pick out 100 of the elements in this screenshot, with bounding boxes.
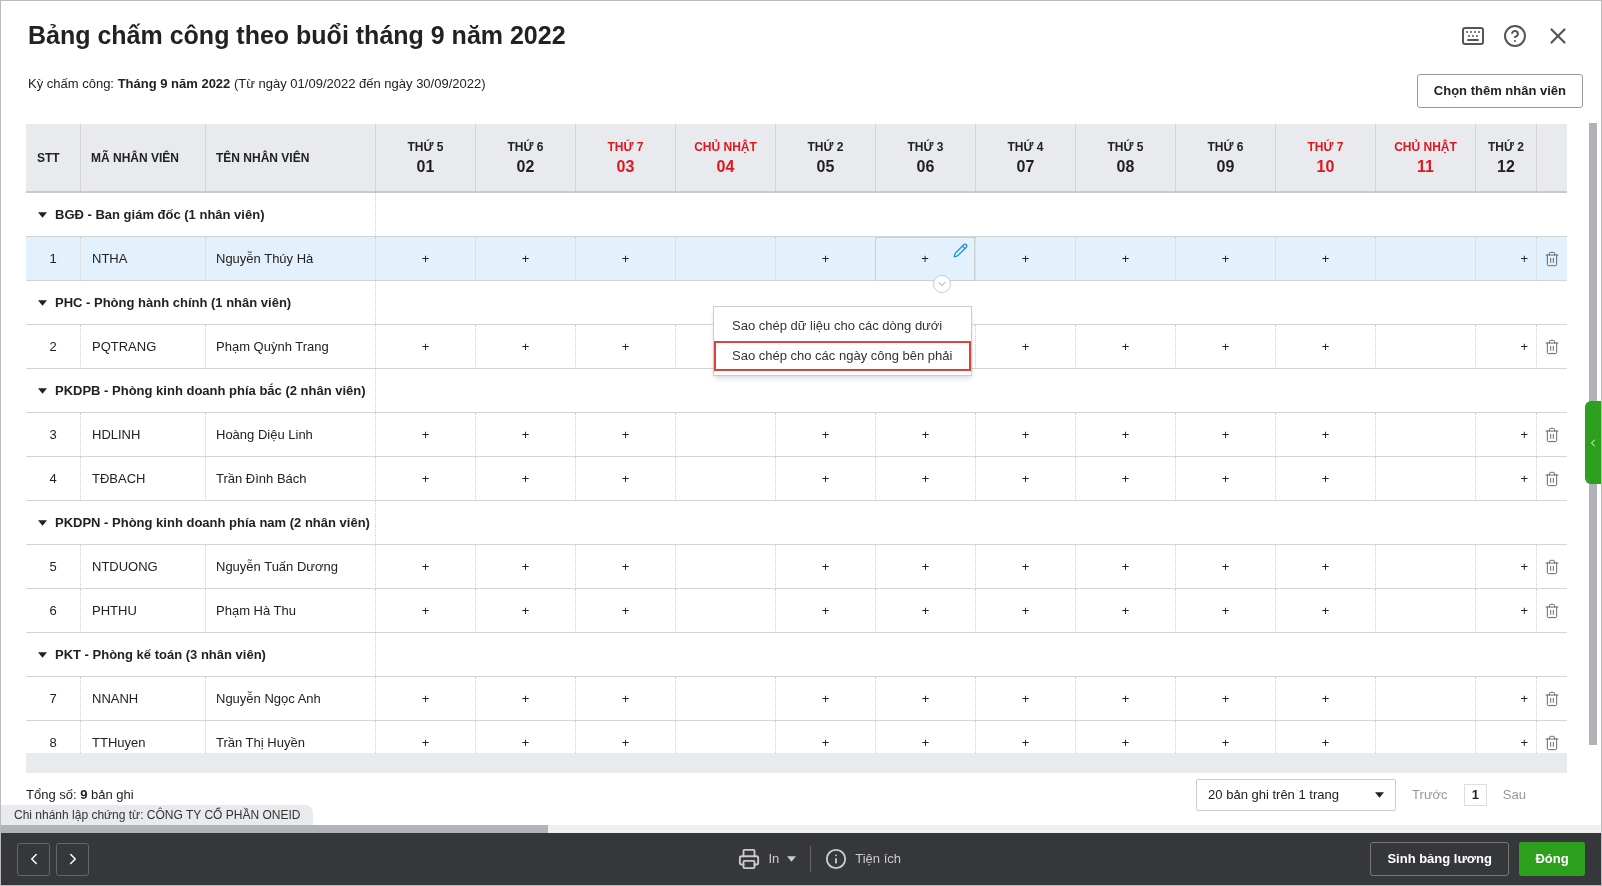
keyboard-icon[interactable] xyxy=(1461,24,1485,48)
attendance-cell[interactable]: + xyxy=(1475,589,1536,633)
group-row-header[interactable]: PHC - Phòng hành chính (1 nhân viên) xyxy=(26,281,375,324)
attendance-cell[interactable]: + xyxy=(975,457,1075,501)
page-size-dropdown[interactable]: 20 bản ghi trên 1 trang xyxy=(1196,779,1397,811)
attendance-cell[interactable]: + xyxy=(1175,237,1275,281)
table-cell: Nguyễn Thúy Hà xyxy=(205,237,375,281)
delete-icon[interactable] xyxy=(1544,251,1560,267)
table-cell-text: 1 xyxy=(48,250,58,269)
attendance-cell[interactable]: + xyxy=(1275,457,1375,501)
table-cell-text: 3 xyxy=(48,426,58,445)
attendance-cell[interactable]: + xyxy=(975,325,1075,369)
employee-row[interactable]: 5 NTDUONG Nguyễn Tuấn Dương + + + + + + + + + + xyxy=(26,545,1567,589)
attendance-cell[interactable]: + xyxy=(1275,325,1375,369)
add-employee-button[interactable]: Chọn thêm nhân viên xyxy=(1416,74,1583,108)
delete-icon[interactable] xyxy=(1544,471,1560,487)
delete-icon[interactable] xyxy=(1544,339,1560,355)
attendance-cell[interactable]: + xyxy=(475,237,575,281)
attendance-cell[interactable]: + xyxy=(1475,457,1536,501)
menu-item[interactable]: Sao chép dữ liệu cho các dòng dưới xyxy=(714,311,971,341)
table-cell-text: 7 xyxy=(48,690,58,709)
table-cell-text: 6 xyxy=(48,602,58,621)
employee-row[interactable]: 3 HDLINH Hoàng Diệu Linh + + + + + + + + + + xyxy=(26,413,1567,457)
attendance-cell[interactable]: + xyxy=(775,457,875,501)
group-row-header[interactable]: PKDPN - Phòng kinh doanh phía nam (2 nhân viên) xyxy=(26,501,375,544)
employee-row[interactable]: 6 PHTHU Phạm Hà Thu + + + + + + + + + + xyxy=(26,589,1567,633)
info-icon xyxy=(825,848,848,870)
attendance-cell[interactable]: + xyxy=(575,237,675,281)
collapse-caret-icon[interactable] xyxy=(38,211,47,218)
scrollbar-thumb[interactable] xyxy=(1,825,548,833)
period-text: Kỳ chấm công: Tháng 9 năm 2022 (Từ ngày 01/09/2022 đến ngày 30/09/2022) xyxy=(28,74,486,93)
day-column-header: THỨ 2 12 xyxy=(1475,124,1536,191)
collapse-caret-icon[interactable] xyxy=(38,299,47,306)
employee-row[interactable]: 4 TĐBACH Trần Đình Bách + + + + + + + + + + xyxy=(26,457,1567,501)
delete-icon[interactable] xyxy=(1544,427,1560,443)
attendance-cell[interactable]: + xyxy=(1275,237,1375,281)
attendance-cell[interactable]: + xyxy=(575,457,675,501)
attendance-cell[interactable]: + xyxy=(875,589,975,633)
attendance-cell[interactable]: + xyxy=(475,325,575,369)
attendance-cell[interactable]: + xyxy=(1075,325,1175,369)
attendance-cell[interactable]: + xyxy=(475,457,575,501)
table-cell-text: 4 xyxy=(48,470,58,489)
attendance-cell[interactable]: + xyxy=(375,589,475,633)
attendance-cell[interactable]: + xyxy=(1175,589,1275,633)
attendance-cell[interactable]: + xyxy=(775,589,875,633)
print-button[interactable]: In xyxy=(738,848,797,870)
collapse-caret-icon[interactable] xyxy=(38,387,47,394)
group-row-header[interactable]: BGĐ - Ban giám đốc (1 nhân viên) xyxy=(26,193,375,236)
table-cell: PQTRANG xyxy=(80,325,205,369)
day-column-header: THỨ 5 01 xyxy=(375,124,475,191)
menu-item[interactable]: Sao chép cho các ngày công bên phải xyxy=(714,341,971,371)
pencil-icon[interactable] xyxy=(953,243,968,258)
attendance-cell[interactable]: + xyxy=(1075,589,1175,633)
attendance-cell[interactable]: + xyxy=(1475,325,1536,369)
attendance-cell[interactable]: + xyxy=(875,237,975,281)
column-header: TÊN NHÂN VIÊN xyxy=(205,124,375,191)
attendance-cell[interactable]: + xyxy=(1175,457,1275,501)
attendance-cell[interactable]: + xyxy=(475,589,575,633)
attendance-cell[interactable]: + xyxy=(1075,237,1175,281)
attendance-cell[interactable]: + xyxy=(975,589,1075,633)
attendance-cell[interactable]: + xyxy=(375,325,475,369)
attendance-cell[interactable]: + xyxy=(575,589,675,633)
branch-label: Chi nhánh lập chứng từ: CÔNG TY CỔ PHẦN ONEID xyxy=(1,805,314,825)
delete-icon[interactable] xyxy=(1544,735,1560,751)
attendance-cell[interactable]: + xyxy=(375,457,475,501)
attendance-cell[interactable]: + xyxy=(375,237,475,281)
collapse-caret-icon[interactable] xyxy=(38,651,47,658)
attendance-cell[interactable]: + xyxy=(1275,589,1375,633)
attendance-cell[interactable]: + xyxy=(1175,325,1275,369)
delete-icon[interactable] xyxy=(1544,603,1560,619)
employee-row[interactable]: 1 NTHA Nguyễn Thúy Hà + + + + + + + + + + xyxy=(26,237,1567,281)
attendance-cell[interactable]: + xyxy=(975,237,1075,281)
help-icon[interactable] xyxy=(1503,24,1527,48)
attendance-cell[interactable]: + xyxy=(575,325,675,369)
table-cell-text: 8 xyxy=(48,734,58,753)
day-column-header: THỨ 6 09 xyxy=(1175,124,1275,191)
caret-icon[interactable] xyxy=(787,856,797,862)
table-cell: Trần Đình Bách xyxy=(205,457,375,501)
employee-row[interactable]: 7 NNANH Nguyễn Ngọc Anh + + + + + + + + + + xyxy=(26,677,1567,721)
printer-icon xyxy=(738,848,761,870)
group-row-header[interactable]: PKDPB - Phòng kinh doanh phía bắc (2 nhân viên) xyxy=(26,369,375,412)
day-column-header: THỨ 7 10 xyxy=(1275,124,1375,191)
day-column-header: THỨ 2 05 xyxy=(775,124,875,191)
table-cell: Phạm Hà Thu xyxy=(205,589,375,633)
side-panel-tab[interactable] xyxy=(1585,401,1601,484)
group-row-header[interactable]: PKT - Phòng kế toán (3 nhân viên) xyxy=(26,633,375,676)
table-cell-text: 5 xyxy=(48,558,58,577)
attendance-cell[interactable]: + xyxy=(1475,237,1536,281)
attendance-cell[interactable]: + xyxy=(875,457,975,501)
table-cell-text: 2 xyxy=(48,338,58,357)
attendance-cell[interactable]: + xyxy=(1075,457,1175,501)
generate-payroll-button[interactable]: Sinh bảng lương xyxy=(1370,842,1509,876)
caret-icon[interactable] xyxy=(1375,792,1385,798)
utilities-button[interactable]: Tiện ích xyxy=(825,848,901,870)
page-number[interactable]: 1 xyxy=(1463,784,1487,806)
day-column-header: CHỦ NHẬT 11 xyxy=(1375,124,1475,191)
delete-icon[interactable] xyxy=(1544,691,1560,707)
collapse-caret-icon[interactable] xyxy=(38,519,47,526)
delete-icon[interactable] xyxy=(1544,559,1560,575)
record-count: Tổng số: 9 bản ghi xyxy=(26,786,134,804)
